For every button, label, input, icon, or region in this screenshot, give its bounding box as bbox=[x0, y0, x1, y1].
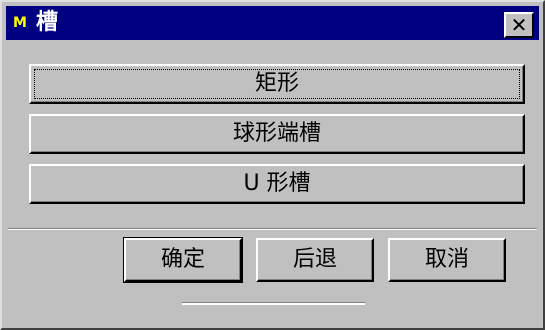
ok-label: 确定 bbox=[160, 247, 205, 272]
resize-grip[interactable] bbox=[182, 302, 365, 305]
back-label: 后退 bbox=[292, 247, 337, 272]
cancel-button[interactable]: 取消 bbox=[388, 238, 506, 282]
u-slot-label: U 形槽 bbox=[243, 171, 311, 196]
close-button[interactable]: ✕ bbox=[504, 12, 534, 38]
separator bbox=[8, 228, 537, 230]
app-icon: M bbox=[13, 15, 27, 31]
ok-button[interactable]: 确定 bbox=[123, 237, 243, 283]
slot-dialog: M 槽 ✕ 矩形 球形端槽 U 形槽 确定 后退 取消 bbox=[0, 0, 545, 330]
cancel-label: 取消 bbox=[424, 247, 469, 272]
focus-ring bbox=[34, 69, 520, 99]
rectangular-slot-button[interactable]: 矩形 bbox=[29, 64, 525, 104]
close-icon: ✕ bbox=[510, 13, 528, 37]
window-title: 槽 bbox=[36, 10, 59, 35]
ball-end-slot-label: 球形端槽 bbox=[232, 121, 321, 146]
title-bar[interactable]: M 槽 ✕ bbox=[6, 6, 539, 40]
u-slot-button[interactable]: U 形槽 bbox=[29, 164, 525, 204]
ball-end-slot-button[interactable]: 球形端槽 bbox=[29, 114, 525, 154]
back-button[interactable]: 后退 bbox=[256, 238, 374, 282]
